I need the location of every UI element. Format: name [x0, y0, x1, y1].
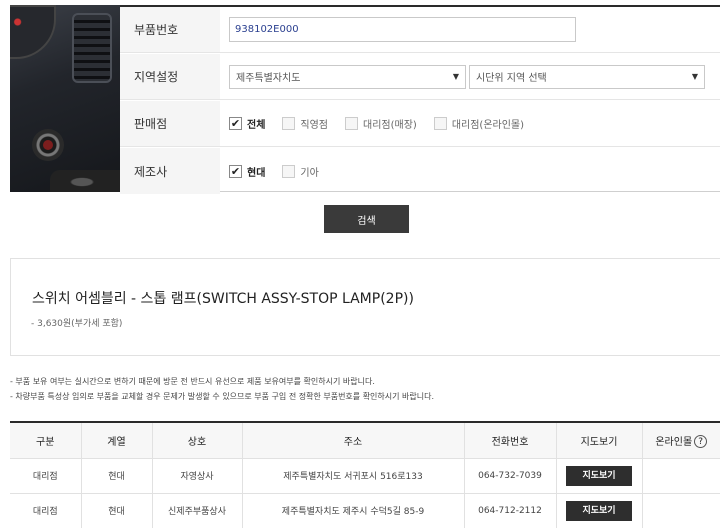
- car-interior-image: [10, 5, 120, 192]
- search-form: 부품번호 지역설정 제주특별자치도 ▼ 시단위 지역 선택 ▼ 판매점: [0, 0, 720, 194]
- dealer-table: 구분 계열 상호 주소 전화번호 지도보기 온라인몰? 대리점 현대 자영상사 …: [10, 421, 720, 528]
- checkbox-icon[interactable]: [345, 117, 359, 130]
- maker-label: 제조사: [120, 148, 220, 194]
- cell-type: 대리점: [10, 493, 82, 528]
- cell-name: 자영상사: [152, 458, 243, 494]
- checkbox-icon[interactable]: [433, 117, 447, 130]
- cell-brand: 현대: [81, 493, 153, 528]
- checkbox-checked-icon[interactable]: ✔: [229, 164, 242, 178]
- column-header-brand: 계열: [81, 422, 153, 459]
- table-row: 대리점 현대 자영상사 제주특별자치도 서귀포시 516로133 064-732…: [10, 458, 720, 494]
- notice-list: - 부품 보유 여부는 실시간으로 변하기 때문에 방문 전 반드시 유선으로 …: [10, 374, 434, 404]
- cell-map: 지도보기: [556, 493, 643, 528]
- cell-address: 제주특별자치도 제주시 수덕5길 85-9: [242, 493, 465, 528]
- notice-item: - 차량부품 특성상 임의로 부품을 교체할 경우 문제가 발생할 수 있으므로…: [10, 392, 435, 401]
- seller-option-label: 대리점(매장): [363, 120, 417, 131]
- cell-name: 신제주부품상사: [152, 493, 243, 528]
- column-header-online: 온라인몰?: [642, 422, 720, 459]
- seller-option-label: 직영점: [300, 120, 329, 131]
- seller-option-direct[interactable]: 직영점: [282, 116, 328, 131]
- region-label: 지역설정: [120, 54, 220, 99]
- cell-map: 지도보기: [556, 458, 643, 494]
- maker-option-label: 현대: [247, 167, 266, 179]
- cell-phone: 064-712-2112: [464, 493, 557, 528]
- province-select[interactable]: 제주특별자치도 ▼: [229, 64, 466, 89]
- help-icon[interactable]: ?: [694, 435, 708, 448]
- map-view-button[interactable]: 지도보기: [566, 500, 632, 521]
- checkbox-checked-icon[interactable]: ✔: [229, 117, 242, 130]
- table-header-row: 구분 계열 상호 주소 전화번호 지도보기 온라인몰?: [10, 422, 720, 459]
- part-price: - 3,630원(부가세 포함): [31, 319, 123, 329]
- maker-option-kia[interactable]: 기아: [282, 164, 319, 179]
- cell-address: 제주특별자치도 서귀포시 516로133: [242, 458, 465, 494]
- engine-start-button-image: [32, 129, 64, 161]
- part-number-row: 부품번호: [120, 7, 720, 53]
- dashboard-gauge-image: [10, 5, 56, 59]
- part-result-card: 스위치 어셈블리 - 스톱 램프(SWITCH ASSY-STOP LAMP(2…: [10, 258, 720, 356]
- chevron-down-icon: ▼: [691, 71, 698, 81]
- checkbox-icon[interactable]: [282, 117, 296, 130]
- table-row: 대리점 현대 신제주부품상사 제주특별자치도 제주시 수덕5길 85-9 064…: [10, 493, 720, 528]
- search-form-table: 부품번호 지역설정 제주특별자치도 ▼ 시단위 지역 선택 ▼ 판매점: [120, 5, 720, 194]
- seller-option-all[interactable]: ✔ 전체: [229, 116, 265, 131]
- chevron-down-icon: ▼: [452, 71, 459, 81]
- part-name: 스위치 어셈블리 - 스톱 램프(SWITCH ASSY-STOP LAMP(2…: [32, 291, 414, 307]
- part-number-label: 부품번호: [120, 7, 220, 52]
- seller-label: 판매점: [120, 101, 220, 146]
- maker-options: ✔ 현대 기아: [220, 148, 720, 194]
- seller-option-dealer-store[interactable]: 대리점(매장): [345, 116, 417, 131]
- column-header-address: 주소: [242, 422, 465, 459]
- console-image: [50, 170, 120, 192]
- city-select-value: 시단위 지역 선택: [476, 73, 547, 84]
- cell-phone: 064-732-7039: [464, 458, 557, 494]
- seller-option-label: 대리점(온라인몰): [451, 120, 525, 131]
- cell-type: 대리점: [10, 458, 82, 494]
- cell-brand: 현대: [81, 458, 153, 494]
- maker-row: 제조사 ✔ 현대 기아: [120, 148, 720, 194]
- column-header-type: 구분: [10, 422, 82, 459]
- maker-option-hyundai[interactable]: ✔ 현대: [229, 164, 265, 179]
- region-row: 지역설정 제주특별자치도 ▼ 시단위 지역 선택 ▼: [120, 54, 720, 100]
- seller-options: ✔ 전체 직영점 대리점(매장) 대리점(온라인몰): [220, 101, 720, 146]
- cell-online: [642, 493, 720, 528]
- part-number-input[interactable]: [229, 17, 576, 42]
- seller-option-label: 전체: [247, 120, 266, 131]
- checkbox-icon[interactable]: [282, 164, 296, 178]
- province-select-value: 제주특별자치도: [236, 73, 301, 84]
- maker-option-label: 기아: [300, 167, 319, 179]
- column-header-phone: 전화번호: [464, 422, 557, 459]
- notice-item: - 부품 보유 여부는 실시간으로 변하기 때문에 방문 전 반드시 유선으로 …: [10, 377, 375, 386]
- column-header-online-label: 온라인몰: [655, 436, 693, 448]
- column-header-map: 지도보기: [556, 422, 643, 459]
- seller-option-dealer-online[interactable]: 대리점(온라인몰): [433, 116, 525, 131]
- air-vent-image: [72, 13, 112, 83]
- search-button[interactable]: 검색: [324, 205, 409, 233]
- cell-online: [642, 458, 720, 494]
- city-select[interactable]: 시단위 지역 선택 ▼: [469, 64, 705, 89]
- seller-row: 판매점 ✔ 전체 직영점 대리점(매장) 대리점(온라인몰): [120, 101, 720, 147]
- map-view-button[interactable]: 지도보기: [566, 465, 632, 486]
- column-header-name: 상호: [152, 422, 243, 459]
